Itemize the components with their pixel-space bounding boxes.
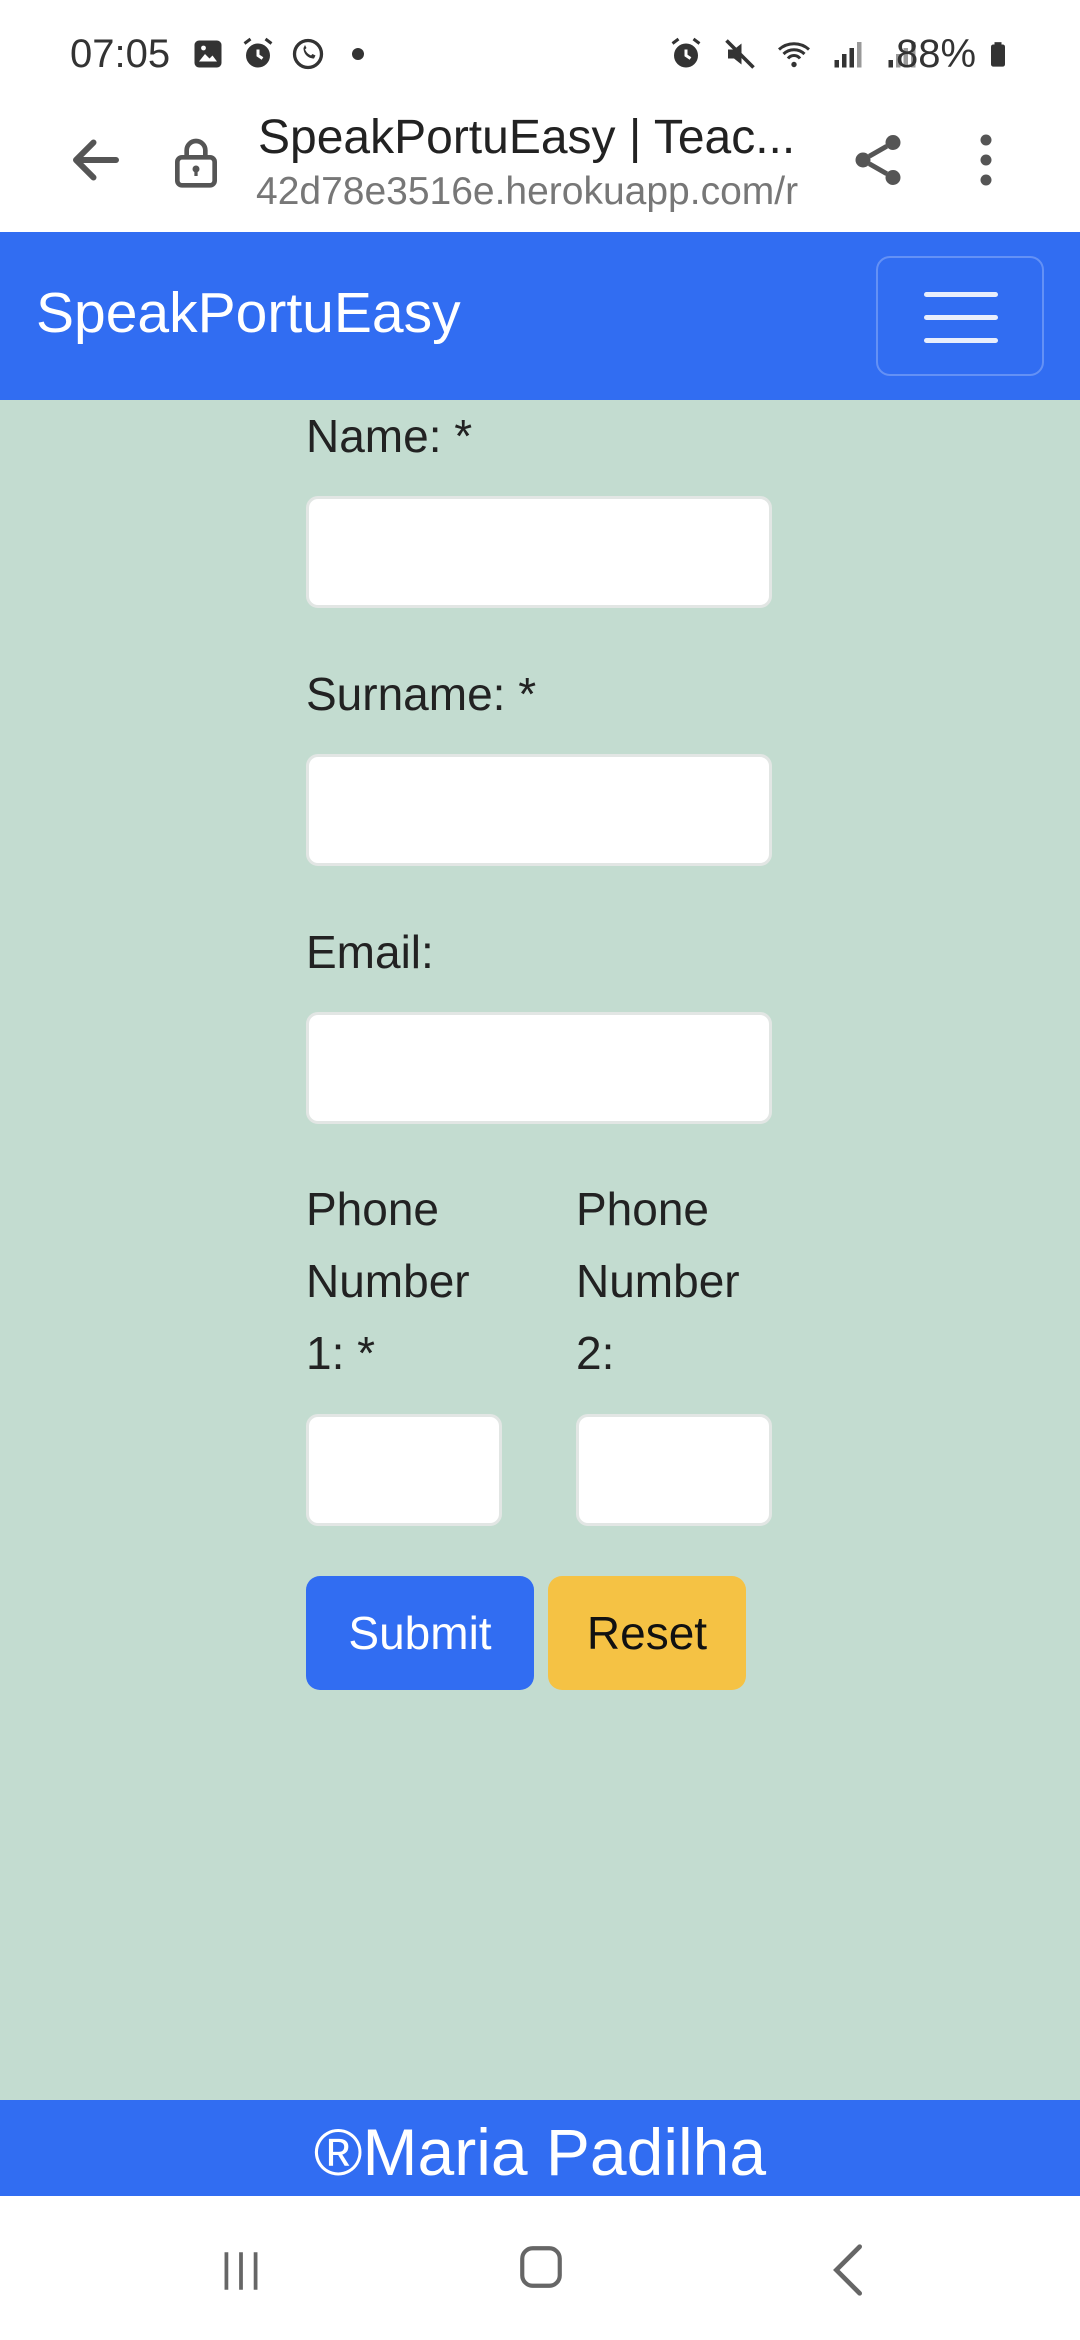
status-time: 07:05: [70, 32, 171, 76]
email-label: Email:: [306, 926, 434, 978]
phone1-label: Phone Number 1: *: [306, 1183, 470, 1379]
page-title[interactable]: SpeakPortuEasy | Teac...: [258, 110, 798, 165]
name-input[interactable]: [306, 496, 772, 608]
battery-indicator: 88%: [896, 32, 1012, 77]
wifi-icon: [778, 42, 810, 68]
system-icons: [668, 36, 920, 72]
reset-button[interactable]: Reset: [548, 1576, 746, 1690]
alarm-icon: [243, 37, 273, 68]
gallery-icon: [194, 40, 222, 68]
site-navbar: SpeakPortuEasy: [0, 232, 1080, 400]
footer: ®Maria Padilha: [0, 2100, 1080, 2196]
navbar-brand[interactable]: SpeakPortuEasy: [36, 280, 461, 346]
alarm-icon: [671, 37, 701, 68]
share-icon[interactable]: [848, 128, 908, 192]
surname-input[interactable]: [306, 754, 772, 866]
footer-copyright: ®Maria Padilha: [313, 2115, 767, 2189]
recent-apps-icon[interactable]: [216, 2246, 266, 2296]
home-icon[interactable]: [516, 2242, 566, 2292]
surname-label: Surname: *: [306, 668, 537, 720]
status-bar: 07:05 88%: [0, 0, 1080, 110]
signal-icon: [834, 42, 862, 68]
mute-icon: [725, 39, 755, 69]
system-back-icon[interactable]: [828, 2242, 868, 2298]
submit-button[interactable]: Submit: [306, 1576, 534, 1690]
phone2-input[interactable]: [576, 1414, 772, 1526]
whatsapp-icon: [292, 38, 324, 70]
dot-icon: [352, 48, 364, 60]
system-navigation-bar: [0, 2196, 1080, 2340]
phone2-label: Phone Number 2:: [576, 1183, 740, 1379]
lock-icon[interactable]: [168, 132, 224, 192]
hamburger-icon: [924, 292, 998, 297]
url-text[interactable]: 42d78e3516e.herokuapp.com/r: [256, 170, 806, 214]
navbar-toggler-button[interactable]: [876, 256, 1044, 376]
phone1-input[interactable]: [306, 1414, 502, 1526]
more-options-icon[interactable]: [966, 130, 1006, 190]
back-arrow-icon[interactable]: [66, 130, 126, 190]
main-content: Name: * Surname: * Email: Phone Number 1…: [0, 400, 1080, 2100]
notification-icons: [190, 36, 376, 72]
browser-address-bar: SpeakPortuEasy | Teac... 42d78e3516e.her…: [0, 110, 1080, 232]
name-label: Name: *: [306, 410, 473, 462]
battery-percent: 88%: [896, 32, 977, 76]
email-input[interactable]: [306, 1012, 772, 1124]
battery-icon: [991, 41, 1006, 67]
